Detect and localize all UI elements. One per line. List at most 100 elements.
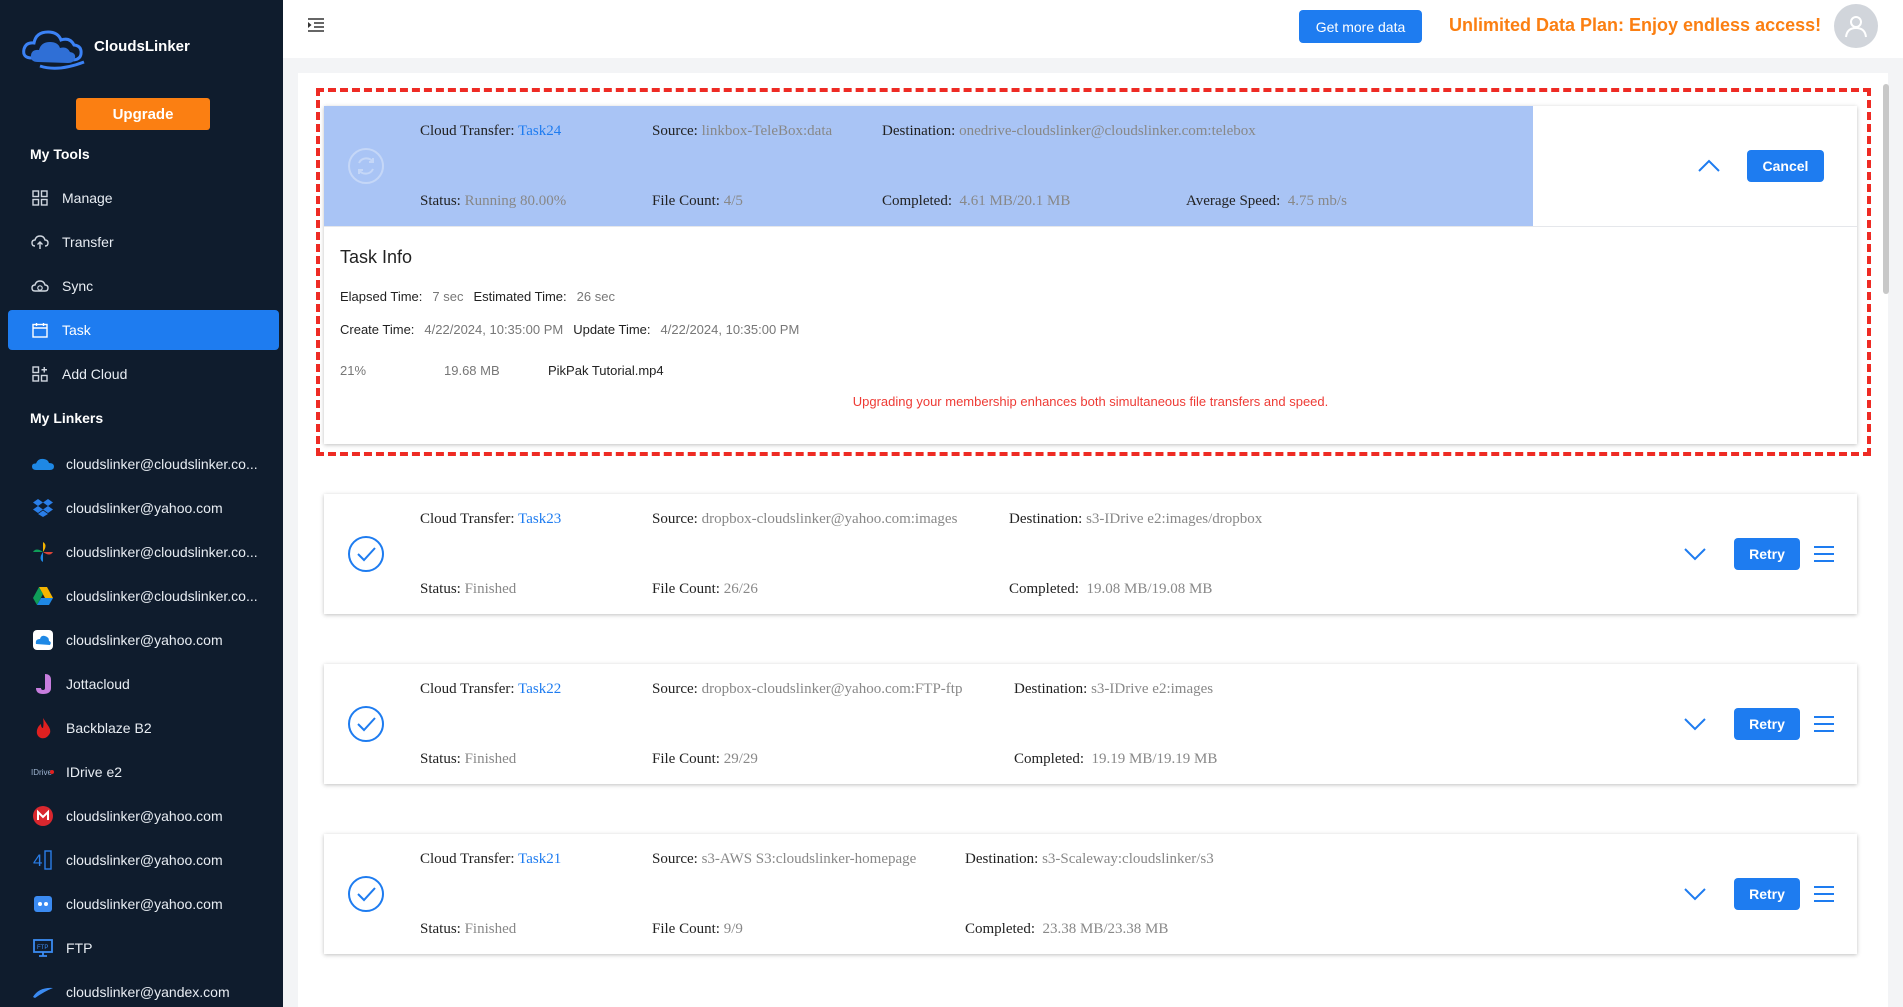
hamburger-menu-icon[interactable] <box>1812 714 1836 734</box>
sidebar: CloudsLinker Upgrade My Tools Manage Tra… <box>0 0 283 1007</box>
file-count-field: File Count: 29/29 <box>652 751 758 767</box>
cancel-button[interactable]: Cancel <box>1747 150 1824 182</box>
status-field: Status: Finished <box>420 921 517 937</box>
sidebar-item-manage[interactable]: Manage <box>8 178 279 218</box>
source-field: Source: dropbox-cloudslinker@yahoo.com:i… <box>652 511 958 527</box>
check-circle-icon <box>348 876 384 912</box>
cloud-sync-icon <box>30 276 50 296</box>
time-row-1: Elapsed Time: 7 sec Estimated Time: 26 sec <box>340 289 615 304</box>
brand[interactable]: CloudsLinker <box>18 18 190 74</box>
user-icon <box>1845 16 1867 38</box>
task-card: Cloud Transfer: Task21 Source: s3-AWS S3… <box>324 834 1857 954</box>
task-card-active: Cloud Transfer: Task24 Source: linkbox-T… <box>324 106 1857 444</box>
brand-name: CloudsLinker <box>94 37 190 55</box>
retry-button[interactable]: Retry <box>1734 878 1800 910</box>
task-name-link[interactable]: Task22 <box>518 681 561 697</box>
source-field: Source: linkbox-TeleBox:data <box>652 123 833 139</box>
task-name-link[interactable]: Task23 <box>518 511 561 527</box>
linker-item[interactable]: FTP FTP <box>8 928 279 968</box>
completed-field: Completed: 4.61 MB/20.1 MB <box>882 193 1071 209</box>
my-linkers-title: My Linkers <box>30 410 104 426</box>
file-name: PikPak Tutorial.mp4 <box>548 363 664 378</box>
upgrade-button[interactable]: Upgrade <box>76 98 210 130</box>
sidebar-item-label: Manage <box>62 190 113 206</box>
backblaze-flame-icon <box>30 715 56 741</box>
linker-label: cloudslinker@yandex.com <box>66 984 230 1000</box>
linker-label: FTP <box>66 940 93 956</box>
linker-label: cloudslinker@yahoo.com <box>66 852 223 868</box>
linker-item[interactable]: cloudslinker@yahoo.com <box>8 488 279 528</box>
chevron-up-icon[interactable] <box>1696 157 1722 175</box>
file-count-field: File Count: 26/26 <box>652 581 758 597</box>
sidebar-item-task[interactable]: Task <box>8 310 279 350</box>
linker-item[interactable]: cloudslinker@cloudslinker.co... <box>8 444 279 484</box>
retry-button[interactable]: Retry <box>1734 538 1800 570</box>
bot-icon <box>30 891 56 917</box>
sidebar-item-label: Sync <box>62 278 94 294</box>
file-count-field: File Count: 9/9 <box>652 921 743 937</box>
task-header-running: Cloud Transfer: Task24 Source: linkbox-T… <box>324 106 1533 226</box>
task-info-panel: Task Info Elapsed Time: 7 sec Estimated Ti… <box>324 226 1857 409</box>
chevron-down-icon[interactable] <box>1682 715 1708 733</box>
linker-label: cloudslinker@cloudslinker.co... <box>66 544 258 560</box>
file-count-field: File Count: 4/5 <box>652 193 743 209</box>
menu-fold-icon[interactable] <box>307 17 325 33</box>
sidebar-item-transfer[interactable]: Transfer <box>8 222 279 262</box>
google-drive-icon <box>30 583 56 609</box>
linker-item[interactable]: cloudslinker@yandex.com <box>8 972 279 1007</box>
4shared-icon: 4 <box>30 847 56 873</box>
add-grid-icon <box>30 364 50 384</box>
idrive-icon: IDrive <box>30 759 56 785</box>
ftp-icon: FTP <box>30 935 56 961</box>
grid-icon <box>30 188 50 208</box>
completed-field: Completed: 19.08 MB/19.08 MB <box>1009 581 1213 597</box>
linker-label: Backblaze B2 <box>66 720 152 736</box>
linker-label: cloudslinker@yahoo.com <box>66 500 223 516</box>
completed-field: Completed: 19.19 MB/19.19 MB <box>1014 751 1218 767</box>
linker-item[interactable]: cloudslinker@yahoo.com <box>8 620 279 660</box>
linker-label: cloudslinker@cloudslinker.co... <box>66 588 258 604</box>
linker-item[interactable]: cloudslinker@yahoo.com <box>8 796 279 836</box>
hamburger-menu-icon[interactable] <box>1812 884 1836 904</box>
linker-item[interactable]: Jottacloud <box>8 664 279 704</box>
task-card: Cloud Transfer: Task23 Source: dropbox-c… <box>324 494 1857 614</box>
svg-text:4: 4 <box>33 851 42 870</box>
chevron-down-icon[interactable] <box>1682 545 1708 563</box>
completed-field: Completed: 23.38 MB/23.38 MB <box>965 921 1169 937</box>
sidebar-item-sync[interactable]: Sync <box>8 266 279 306</box>
sidebar-item-label: Add Cloud <box>62 366 128 382</box>
promo-text: Unlimited Data Plan: Enjoy endless acces… <box>1449 15 1822 35</box>
syncing-icon <box>348 148 384 184</box>
transfer-name-field: Cloud Transfer: Task22 <box>420 681 562 697</box>
linker-item[interactable]: IDrive IDrive e2 <box>8 752 279 792</box>
linker-item[interactable]: Backblaze B2 <box>8 708 279 748</box>
linker-item[interactable]: cloudslinker@cloudslinker.co... <box>8 532 279 572</box>
transfer-name-field: Cloud Transfer: Task24 <box>420 123 562 139</box>
status-field: Status: Finished <box>420 581 517 597</box>
linker-item[interactable]: cloudslinker@yahoo.com <box>8 884 279 924</box>
task-name-link[interactable]: Task21 <box>518 851 561 867</box>
average-speed-field: Average Speed: 4.75 mb/s <box>1186 193 1347 209</box>
linker-item[interactable]: 4 cloudslinker@yahoo.com <box>8 840 279 880</box>
destination-field: Destination: s3-IDrive e2:images <box>1014 681 1214 697</box>
source-field: Source: s3-AWS S3:cloudslinker-homepage <box>652 851 917 867</box>
chevron-down-icon[interactable] <box>1682 885 1708 903</box>
mega-icon <box>30 803 56 829</box>
jottacloud-icon <box>30 671 56 697</box>
hamburger-menu-icon[interactable] <box>1812 544 1836 564</box>
linker-label: Jottacloud <box>66 676 130 692</box>
check-circle-icon <box>348 706 384 742</box>
transfer-name-field: Cloud Transfer: Task21 <box>420 851 562 867</box>
scrollbar[interactable] <box>1883 84 1889 294</box>
avatar[interactable] <box>1834 4 1878 48</box>
task-name-link[interactable]: Task24 <box>518 123 561 139</box>
cloudslinker-logo-icon <box>22 30 85 70</box>
retry-button[interactable]: Retry <box>1734 708 1800 740</box>
sidebar-item-add-cloud[interactable]: Add Cloud <box>8 354 279 394</box>
linker-item[interactable]: cloudslinker@cloudslinker.co... <box>8 576 279 616</box>
linker-label: cloudslinker@yahoo.com <box>66 808 223 824</box>
yandex-icon <box>30 979 56 1005</box>
destination-field: Destination: s3-Scaleway:cloudslinker/s3 <box>965 851 1214 867</box>
linker-label: cloudslinker@yahoo.com <box>66 632 223 648</box>
get-more-data-button[interactable]: Get more data <box>1299 10 1422 43</box>
